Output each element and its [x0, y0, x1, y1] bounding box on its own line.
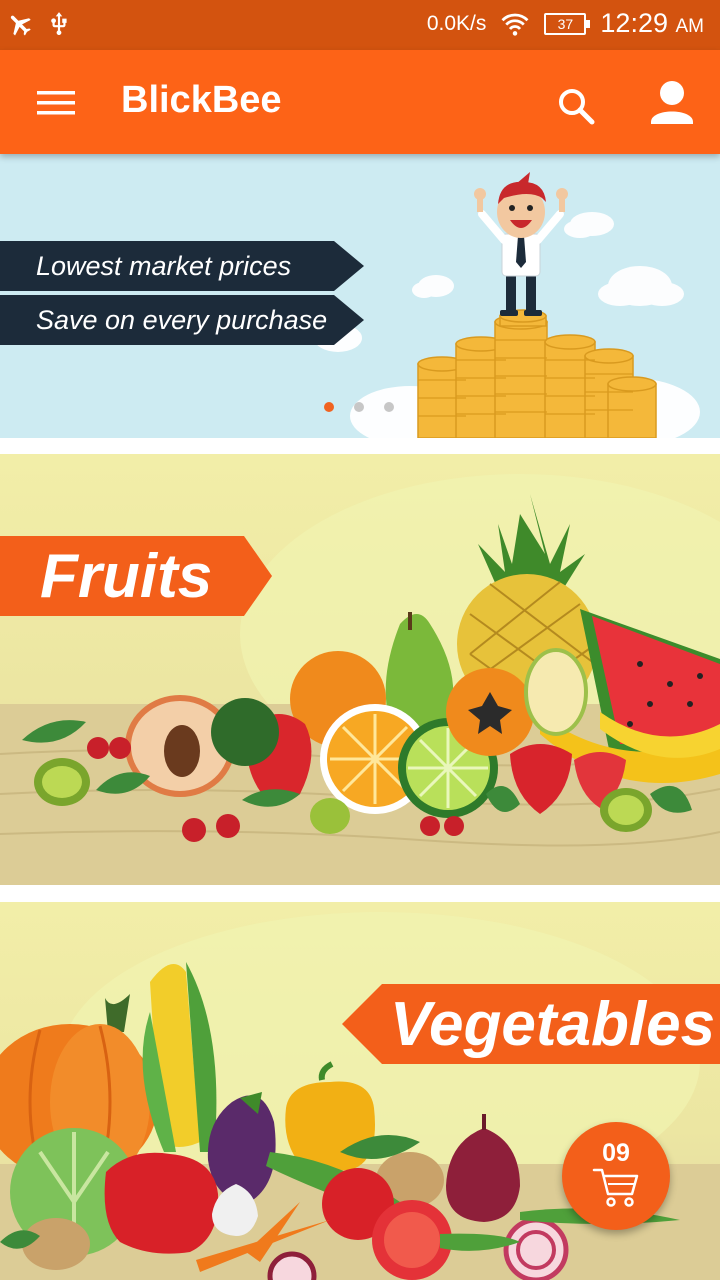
promo-banner[interactable]: Lowest market prices Save on every purch…	[0, 154, 720, 438]
battery-level: 37	[557, 15, 574, 32]
network-speed: 0.0K/s	[426, 11, 487, 35]
cart-button[interactable]: 09	[562, 1122, 670, 1230]
profile-icon	[651, 81, 693, 124]
clock-time: 12:29	[600, 8, 668, 38]
battery-icon: 37	[544, 12, 591, 35]
clock: 12:29 AM	[600, 8, 704, 39]
carousel-dot-3[interactable]	[384, 402, 394, 412]
app-title: BlickBee	[121, 79, 282, 121]
status-bar: 0.0K/s 37 12:29 AM	[0, 0, 720, 50]
menu-icon	[37, 91, 75, 115]
clock-ampm: AM	[675, 16, 705, 37]
airplane-icon	[10, 15, 31, 36]
usb-icon	[51, 12, 67, 36]
menu-button[interactable]	[26, 80, 86, 126]
fruits-illustration	[0, 474, 720, 885]
wifi-icon	[501, 13, 529, 36]
cart-icon	[592, 1168, 639, 1207]
banner-line-savings: Save on every purchase	[0, 295, 364, 345]
profile-button[interactable]	[644, 78, 700, 130]
search-icon	[559, 89, 595, 125]
carousel-indicator	[324, 402, 394, 412]
app-bar: BlickBee	[0, 50, 720, 154]
banner-line-prices: Lowest market prices	[0, 241, 364, 291]
category-card-fruits[interactable]: Fruits	[0, 454, 720, 885]
category-label-vegetables: Vegetables	[342, 984, 720, 1064]
search-button[interactable]	[550, 80, 602, 132]
category-label-fruits: Fruits	[0, 536, 272, 616]
carousel-dot-2[interactable]	[354, 402, 364, 412]
carousel-dot-1[interactable]	[324, 402, 334, 412]
banner-illustration	[314, 172, 700, 438]
